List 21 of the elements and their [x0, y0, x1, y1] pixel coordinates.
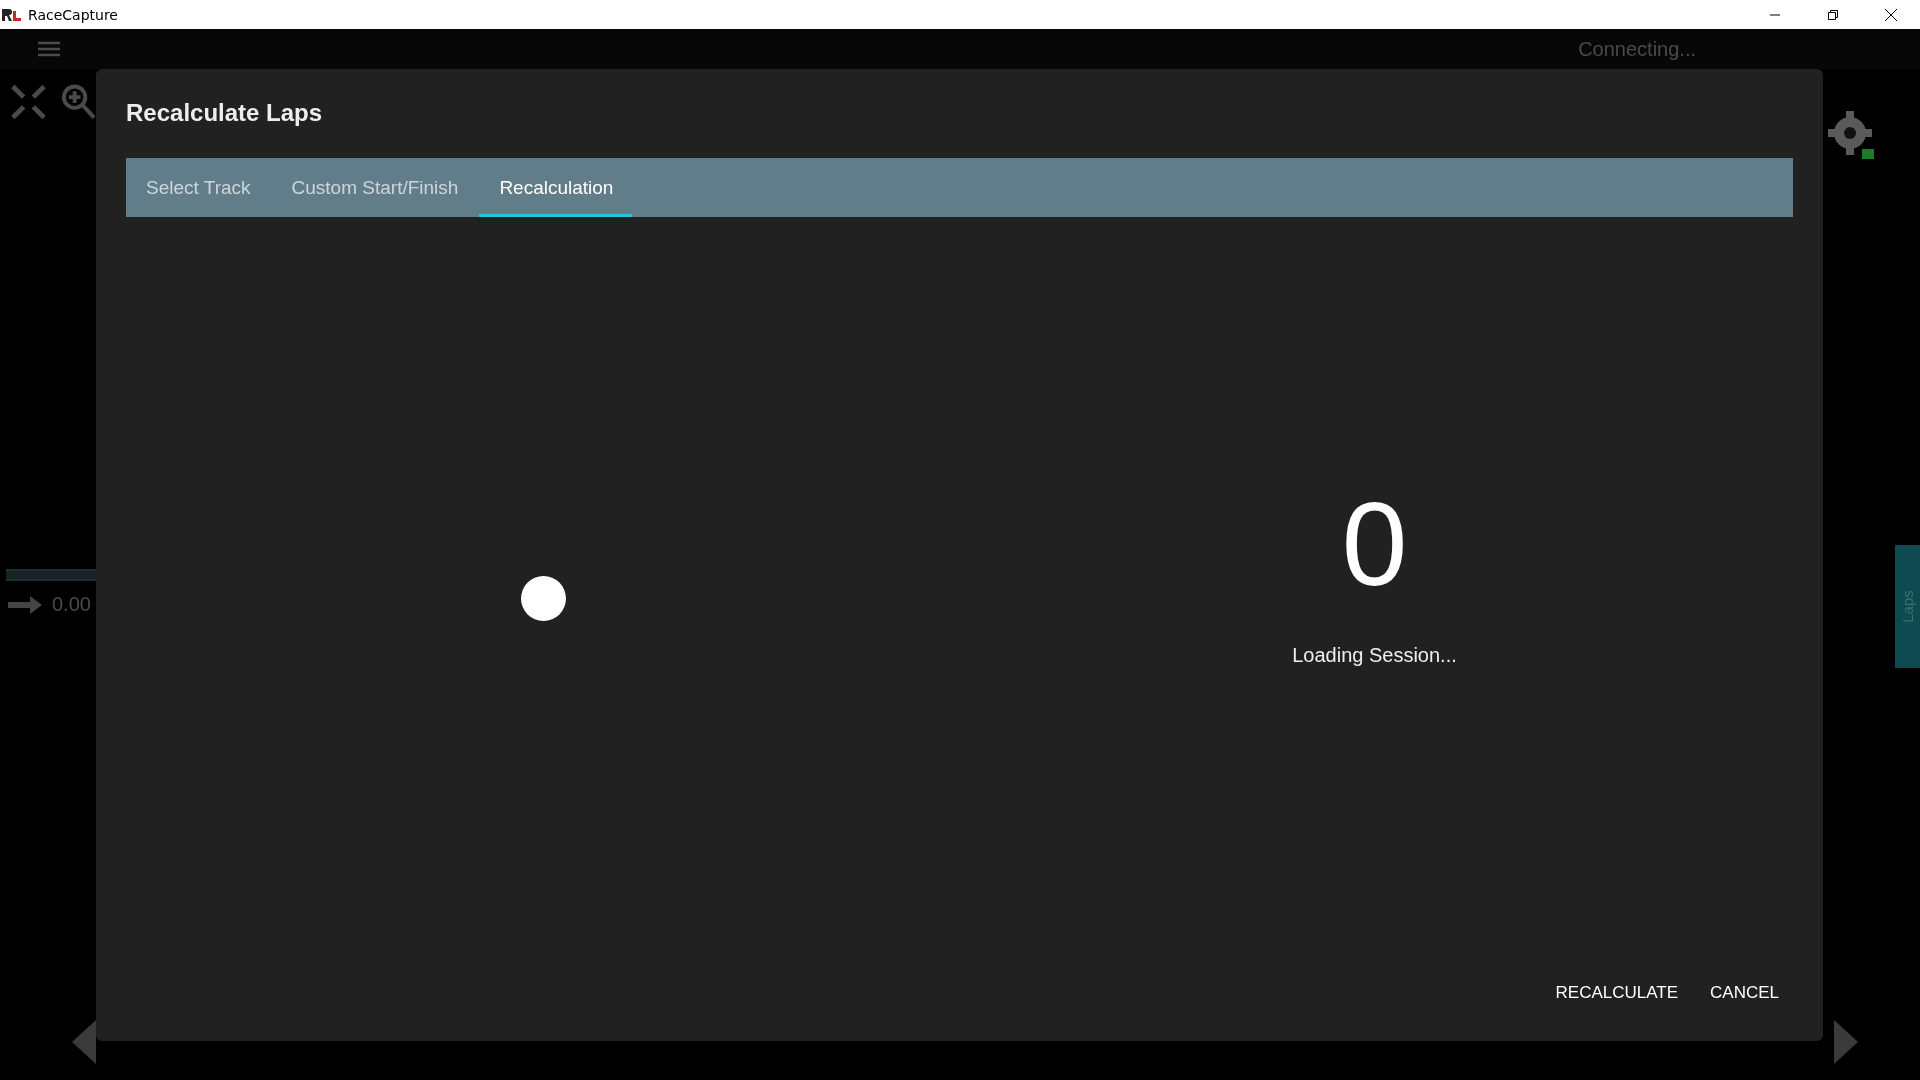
zoom-in-icon[interactable]: [60, 83, 96, 121]
dialog-title: Recalculate Laps: [126, 99, 324, 127]
restore-icon[interactable]: [1827, 8, 1839, 21]
cancel-button[interactable]: CANCEL: [1696, 973, 1793, 1013]
collapse-icon[interactable]: [10, 83, 47, 121]
previous-arrow-icon[interactable]: [72, 1020, 96, 1064]
loading-message: Loading Session...: [1292, 643, 1457, 667]
spinner-dot-icon: [520, 575, 566, 621]
readout-value: 0.00: [52, 593, 91, 616]
close-icon[interactable]: [1884, 7, 1898, 22]
app-logo-icon: [2, 8, 22, 21]
menu-icon[interactable]: [38, 41, 60, 57]
window-title: RaceCapture: [28, 6, 118, 23]
next-arrow-icon[interactable]: [1834, 1020, 1858, 1064]
tab[interactable]: Select Track: [126, 158, 270, 217]
lap-count: 0: [1341, 483, 1408, 604]
arrow-right-icon: [8, 595, 42, 614]
tab[interactable]: Custom Start/Finish: [271, 158, 478, 217]
tab[interactable]: Recalculation: [479, 158, 633, 217]
connection-status: Connecting...: [1578, 37, 1696, 61]
recalculate-button[interactable]: RECALCULATE: [1541, 973, 1693, 1013]
